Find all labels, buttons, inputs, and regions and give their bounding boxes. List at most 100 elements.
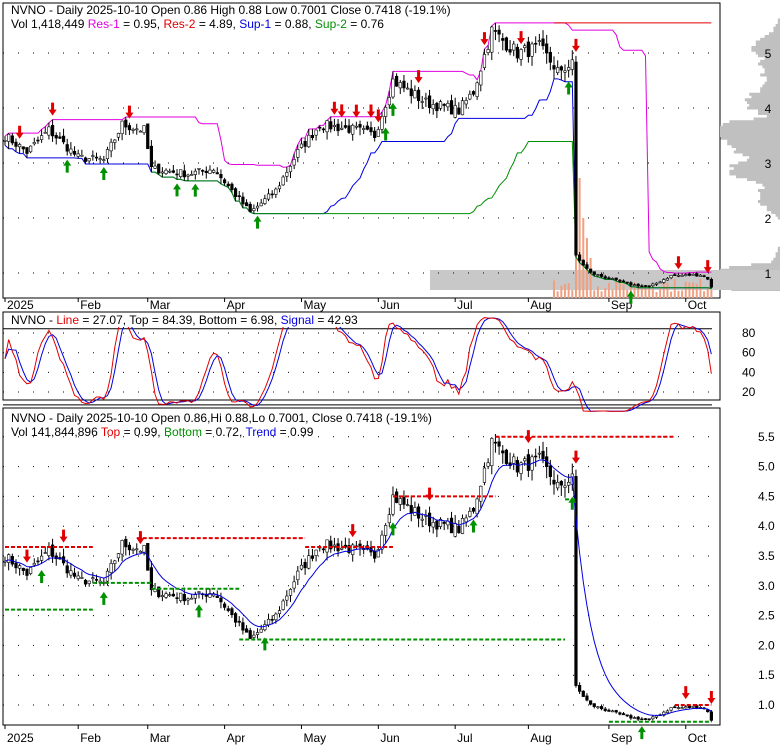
x-tick-label: Oct — [688, 298, 707, 312]
profile-bar — [747, 101, 780, 104]
volume-bar — [560, 285, 563, 298]
candle-body — [654, 715, 659, 718]
candle-body — [303, 561, 307, 569]
volume-bar — [607, 282, 610, 298]
candle-body — [215, 595, 219, 598]
candle-body — [127, 125, 132, 131]
candle-body — [318, 126, 322, 129]
candle-body — [314, 549, 318, 556]
candle-body — [277, 185, 282, 190]
candle-body — [153, 165, 157, 169]
candle-body — [431, 522, 435, 528]
signal-line — [4, 316, 712, 412]
profile-bar — [758, 200, 780, 203]
candle-body — [212, 169, 216, 173]
candle-body — [175, 597, 179, 599]
y-tick-label: 60 — [742, 346, 756, 360]
candle-body — [369, 127, 373, 133]
candle-body — [113, 560, 117, 564]
candle-body — [643, 285, 648, 287]
profile-bar — [775, 255, 780, 258]
candle-body — [691, 273, 695, 276]
candle-body — [709, 278, 713, 288]
x-tick-label: Mar — [150, 298, 171, 312]
buy-arrow-icon — [469, 519, 478, 533]
candle-body — [493, 30, 498, 32]
x-tick-label: Jul — [457, 731, 472, 745]
candle-body — [365, 125, 369, 130]
candle-body — [402, 80, 406, 89]
candle-body — [193, 594, 197, 599]
candle-body — [654, 282, 659, 285]
candle-body — [442, 521, 446, 524]
candle-body — [398, 498, 402, 505]
sell-arrow-icon — [59, 529, 68, 543]
candle-body — [25, 147, 29, 154]
candle-body — [83, 579, 88, 585]
volume-bar — [611, 289, 614, 298]
profile-bar — [738, 161, 780, 165]
candle-body — [508, 49, 512, 53]
candle-body — [204, 594, 208, 597]
candle-body — [47, 126, 51, 136]
candle-body — [314, 129, 318, 136]
top-value: = 0.99, — [120, 425, 164, 439]
candle-body — [263, 624, 267, 631]
buy-arrow-icon — [564, 81, 573, 95]
candle-body — [80, 154, 84, 157]
volume-bar — [582, 218, 585, 298]
candle-body — [636, 716, 640, 720]
candle-body — [259, 202, 263, 207]
candle-body — [673, 706, 677, 709]
panel3-title: NVNO - Daily 2025-10-10 Open 0.86,Hi 0.8… — [11, 411, 432, 425]
bottom-label: Bottom — [163, 425, 202, 439]
candle-body — [548, 51, 552, 63]
candle-body — [351, 124, 355, 135]
y-tick-label: 4.5 — [758, 489, 775, 503]
sell-arrow-icon — [571, 450, 580, 464]
candle-body — [603, 276, 607, 279]
y-tick-label: 20 — [742, 385, 756, 399]
candle-body — [87, 580, 91, 584]
candle-body — [303, 141, 307, 147]
profile-bar — [771, 211, 780, 214]
candle-body — [98, 158, 102, 161]
volume-bar — [681, 290, 684, 298]
candle-body — [501, 38, 505, 41]
candle-body — [307, 555, 311, 569]
panel1-header: NVNO - Daily 2025-10-10 Open 0.86 High 0… — [11, 3, 451, 31]
volume-bar — [553, 280, 555, 298]
profile-bar — [727, 142, 780, 146]
candle-body — [292, 159, 296, 166]
volume-bar — [692, 282, 695, 298]
candle-body — [325, 539, 329, 553]
profile-bar — [755, 180, 780, 184]
candle-body — [431, 104, 435, 110]
x-tick-label: 2025 — [7, 731, 34, 745]
profile-bar — [720, 131, 780, 135]
candle-body — [665, 278, 670, 281]
profile-bar — [762, 183, 780, 187]
candle-body — [120, 540, 124, 555]
candle-body — [296, 570, 300, 581]
profile-bar — [722, 123, 780, 126]
sell-arrow-icon — [425, 487, 434, 501]
candle-body — [252, 208, 256, 211]
candle-body — [332, 125, 337, 127]
candle-body — [409, 88, 413, 97]
sell-arrow-icon — [707, 690, 716, 704]
candle-body — [376, 129, 380, 137]
y-tick-label: 1.5 — [758, 668, 775, 682]
profile-bar — [775, 213, 780, 217]
y-tick-label: 80 — [742, 326, 756, 340]
candle-body — [285, 172, 289, 177]
candle-body — [427, 95, 432, 109]
y-tick-label: 2.0 — [758, 638, 775, 652]
candle-body — [237, 195, 241, 197]
candle-body — [471, 507, 476, 512]
candle-body — [105, 149, 110, 160]
top-label: Top — [100, 425, 121, 439]
candle-body — [362, 128, 366, 130]
candle-body — [171, 593, 175, 597]
candle-body — [248, 203, 252, 213]
